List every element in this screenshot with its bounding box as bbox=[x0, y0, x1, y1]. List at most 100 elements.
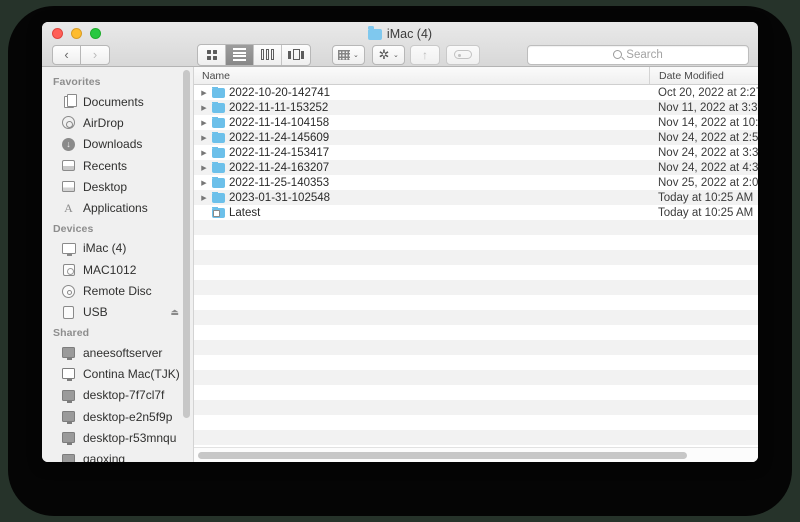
disclosure-triangle-icon[interactable]: ▶ bbox=[200, 194, 208, 202]
grid-view-icon bbox=[206, 49, 217, 60]
table-row[interactable]: ▶ 2022-11-14-104158 Nov 14, 2022 at 10:41 bbox=[194, 115, 758, 130]
sidebar-item-aneesoftserver[interactable]: aneesoftserver bbox=[42, 342, 193, 363]
gallery-view-icon bbox=[288, 49, 304, 60]
horizontal-scrollbar[interactable] bbox=[194, 447, 758, 462]
sidebar-item-desktop[interactable]: Desktop bbox=[42, 176, 193, 197]
sidebar: Favorites Documents AirDrop ↓ Downloads Recen… bbox=[42, 67, 194, 462]
folder-icon bbox=[212, 191, 225, 203]
back-button[interactable]: ‹ bbox=[52, 44, 81, 65]
sidebar-item-label: desktop-r53mnqu bbox=[83, 430, 177, 445]
column-header-date-modified[interactable]: Date Modified bbox=[649, 67, 724, 84]
empty-row bbox=[194, 310, 758, 325]
eject-icon[interactable]: ⏏ bbox=[170, 307, 179, 318]
sidebar-item-remote-disc[interactable]: Remote Disc bbox=[42, 280, 193, 301]
share-icon: ↑ bbox=[422, 47, 428, 62]
folder-alias-icon bbox=[212, 206, 225, 218]
empty-row bbox=[194, 325, 758, 340]
disclosure-triangle-icon[interactable]: ▶ bbox=[200, 179, 208, 187]
server-icon bbox=[61, 346, 76, 361]
arrange-by-button[interactable]: ⌄ bbox=[332, 44, 365, 65]
sidebar-item-label: Downloads bbox=[83, 137, 143, 152]
tags-button[interactable] bbox=[446, 44, 480, 65]
sidebar-vertical-scrollbar[interactable] bbox=[183, 70, 190, 418]
sidebar-item-desktop-r53mnqu[interactable]: desktop-r53mnqu bbox=[42, 427, 193, 448]
file-name-text: 2022-11-11-153252 bbox=[229, 101, 329, 114]
window-title-text: iMac (4) bbox=[386, 27, 433, 41]
file-date-modified-cell: Oct 20, 2022 at 2:27 P bbox=[658, 86, 758, 99]
sidebar-section-header: Favorites bbox=[53, 76, 101, 88]
folder-icon bbox=[212, 161, 225, 173]
disclosure-triangle-icon[interactable]: ▶ bbox=[200, 134, 208, 142]
sidebar-item-mac1012[interactable]: MAC1012 bbox=[42, 259, 193, 280]
list-view-button[interactable] bbox=[226, 44, 254, 65]
view-mode-buttons bbox=[197, 43, 311, 66]
folder-icon bbox=[212, 146, 225, 158]
empty-row bbox=[194, 250, 758, 265]
empty-row bbox=[194, 385, 758, 400]
sidebar-item-desktop-e2n5f9p[interactable]: desktop-e2n5f9p bbox=[42, 406, 193, 427]
file-name-text: Latest bbox=[229, 206, 261, 219]
file-date-modified-cell: Nov 24, 2022 at 3:34 P bbox=[658, 146, 758, 159]
harddisk-icon bbox=[61, 263, 76, 277]
disclosure-triangle-icon[interactable]: ▶ bbox=[200, 149, 208, 157]
airdrop-icon bbox=[61, 116, 76, 130]
file-name-cell: Latest bbox=[194, 206, 649, 219]
file-name-cell: ▶ 2022-11-24-153417 bbox=[194, 146, 649, 159]
horizontal-scrollbar-thumb[interactable] bbox=[198, 451, 688, 459]
sidebar-item-label: gaoxing bbox=[83, 452, 126, 462]
disclosure-triangle-icon[interactable]: ▶ bbox=[200, 119, 208, 127]
file-list-pane: Name Date Modified ▶ 2022-10-20-142741 Oct… bbox=[194, 67, 758, 462]
sidebar-item-desktop-7f7cl7f[interactable]: desktop-7f7cl7f bbox=[42, 385, 193, 406]
folder-icon bbox=[212, 86, 225, 98]
sidebar-item-airdrop[interactable]: AirDrop bbox=[42, 112, 193, 133]
sidebar-item-documents[interactable]: Documents bbox=[42, 91, 193, 112]
sidebar-item-contina-mac-tjk[interactable]: Contina Mac(TJK) bbox=[42, 363, 193, 384]
file-name-text: 2022-11-25-140353 bbox=[229, 176, 330, 189]
file-name-cell: ▶ 2022-10-20-142741 bbox=[194, 86, 649, 99]
sidebar-item-usb[interactable]: USB ⏏ bbox=[42, 302, 193, 323]
sidebar-item-downloads[interactable]: ↓ Downloads bbox=[42, 134, 193, 155]
column-view-button[interactable] bbox=[254, 44, 282, 65]
disclosure-triangle-icon[interactable]: ▶ bbox=[200, 89, 208, 97]
window-body: Favorites Documents AirDrop ↓ Downloads Recen… bbox=[42, 67, 758, 462]
table-row[interactable]: ▶ 2023-01-31-102548 Today at 10:25 AM bbox=[194, 190, 758, 205]
table-row[interactable]: ▶ 2022-11-11-153252 Nov 11, 2022 at 3:32 P bbox=[194, 100, 758, 115]
file-name-cell: ▶ 2022-11-14-104158 bbox=[194, 116, 649, 129]
toolbar: ‹ › ⌄ ✲ ⌄ ↑ Search bbox=[42, 42, 758, 67]
icon-view-button[interactable] bbox=[198, 44, 226, 65]
file-name-text: 2022-10-20-142741 bbox=[229, 86, 331, 99]
forward-button[interactable]: › bbox=[81, 44, 110, 65]
disclosure-triangle-icon[interactable]: ▶ bbox=[200, 164, 208, 172]
sidebar-item-applications[interactable]: A Applications bbox=[42, 197, 193, 218]
finder-window: iMac (4) ‹ › ⌄ ✲ ⌄ ↑ Search Favorites Do… bbox=[42, 22, 758, 462]
gear-icon: ✲ bbox=[378, 46, 390, 62]
share-button[interactable]: ↑ bbox=[410, 44, 440, 65]
search-input[interactable]: Search bbox=[527, 44, 749, 65]
sidebar-section-header: Devices bbox=[53, 222, 94, 235]
table-row[interactable]: ▶ 2022-10-20-142741 Oct 20, 2022 at 2:27 P bbox=[194, 85, 758, 100]
action-menu-button[interactable]: ✲ ⌄ bbox=[372, 44, 405, 65]
sidebar-item-imac-4[interactable]: iMac (4) bbox=[42, 238, 193, 259]
sidebar-item-label: Remote Disc bbox=[83, 284, 152, 299]
sidebar-section-header: Shared bbox=[53, 326, 90, 339]
column-header-name[interactable]: Name bbox=[194, 70, 649, 82]
list-view-icon bbox=[233, 48, 246, 61]
sidebar-item-gaoxing[interactable]: gaoxing bbox=[42, 448, 193, 462]
table-row[interactable]: ▶ 2022-11-25-140353 Nov 25, 2022 at 2:03 P bbox=[194, 175, 758, 190]
usb-drive-icon bbox=[61, 305, 76, 319]
chevron-right-icon: › bbox=[92, 47, 98, 62]
table-row[interactable]: ▶ 2022-11-24-163207 Nov 24, 2022 at 4:32 P bbox=[194, 160, 758, 175]
table-row[interactable]: ▶ 2022-11-24-145609 Nov 24, 2022 at 2:56 P bbox=[194, 130, 758, 145]
server-icon bbox=[61, 410, 76, 424]
table-row[interactable]: ▶ 2022-11-24-153417 Nov 24, 2022 at 3:34 P bbox=[194, 145, 758, 160]
file-name-cell: ▶ 2022-11-24-163207 bbox=[194, 161, 649, 174]
gallery-view-button[interactable] bbox=[282, 45, 310, 65]
table-row[interactable]: Latest Today at 10:25 AM bbox=[194, 205, 758, 220]
empty-row bbox=[194, 430, 758, 445]
sidebar-item-label: Documents bbox=[83, 94, 144, 109]
file-name-text: 2022-11-24-153417 bbox=[229, 146, 330, 159]
folder-icon bbox=[367, 26, 382, 40]
empty-row bbox=[194, 280, 758, 295]
disclosure-triangle-icon[interactable]: ▶ bbox=[200, 104, 208, 112]
sidebar-item-recents[interactable]: Recents bbox=[42, 155, 193, 176]
